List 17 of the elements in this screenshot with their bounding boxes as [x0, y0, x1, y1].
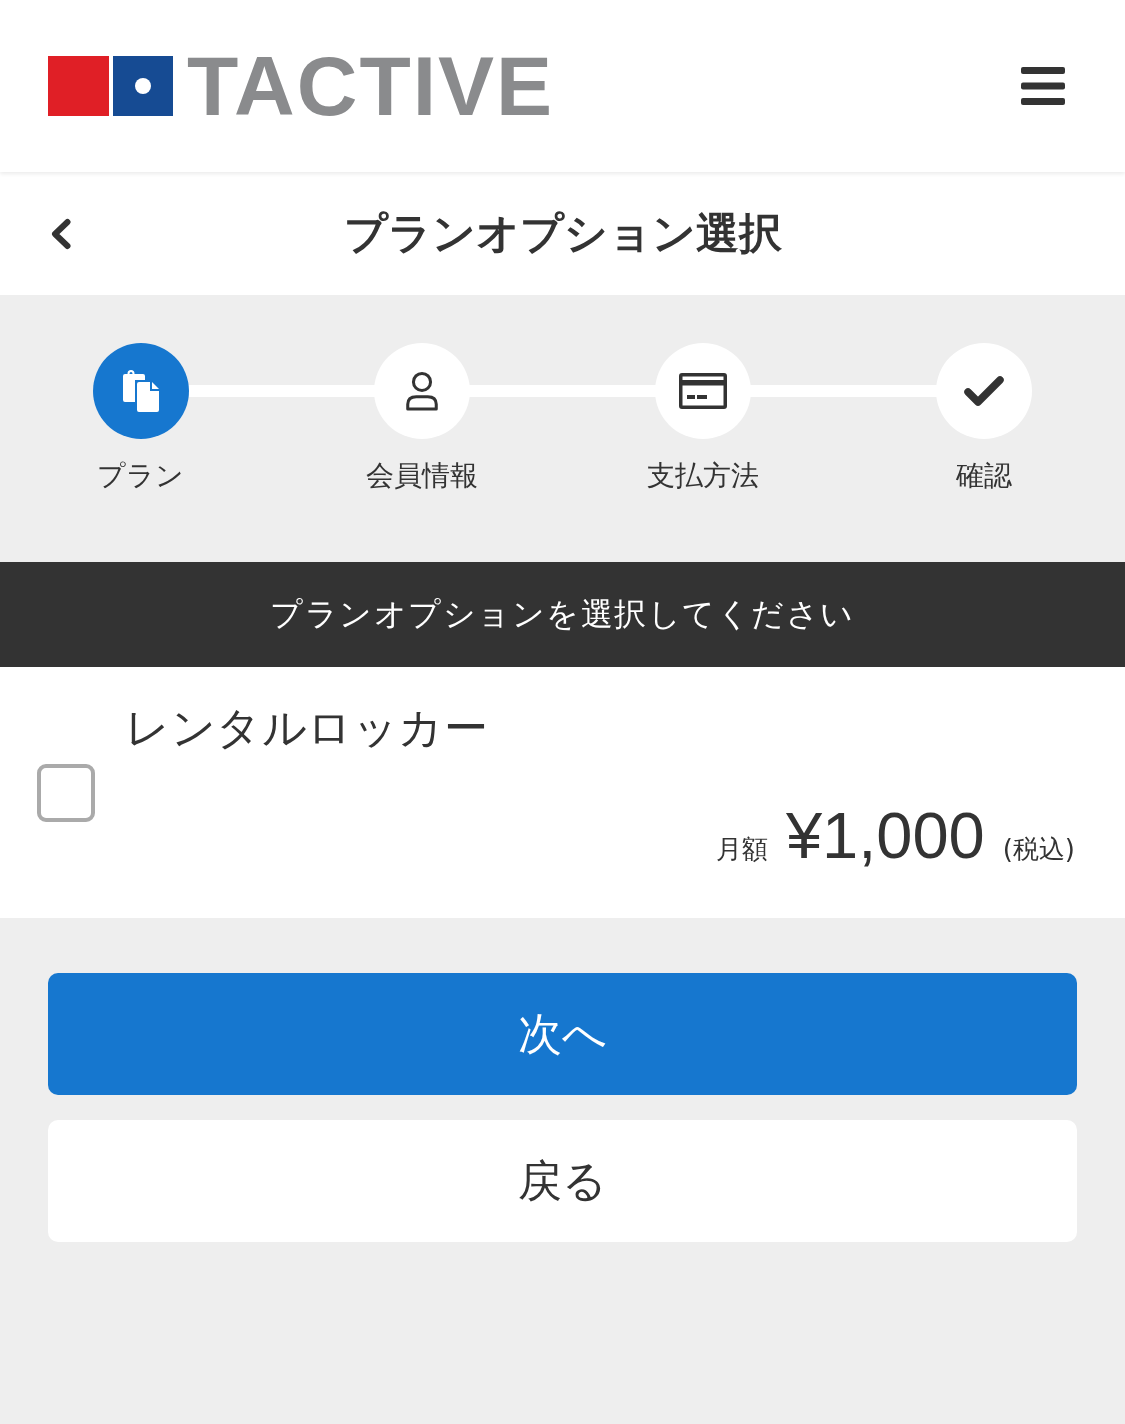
price-label: 月額 — [715, 833, 768, 866]
checkbox[interactable] — [37, 763, 95, 822]
step-label: プラン — [97, 459, 185, 493]
logo-text: TACTIVE — [187, 54, 555, 118]
next-button[interactable]: 次へ — [48, 973, 1077, 1095]
back-button[interactable]: 戻る — [48, 1120, 1077, 1242]
step-label: 会員情報 — [365, 459, 478, 493]
price-amount: ¥1,000 — [785, 803, 985, 868]
instruction-text: プランオプションを選択してください — [270, 593, 855, 635]
tax-note: (税込) — [1002, 833, 1075, 866]
step-label: 確認 — [956, 459, 1013, 493]
option-name: レンタルロッカー — [125, 701, 489, 755]
chevron-left-icon[interactable] — [50, 217, 72, 250]
step-label: 支払方法 — [647, 459, 760, 493]
menu-icon[interactable] — [1021, 67, 1065, 105]
logo-icon — [48, 56, 173, 116]
page-title: プランオプション選択 — [343, 206, 782, 260]
